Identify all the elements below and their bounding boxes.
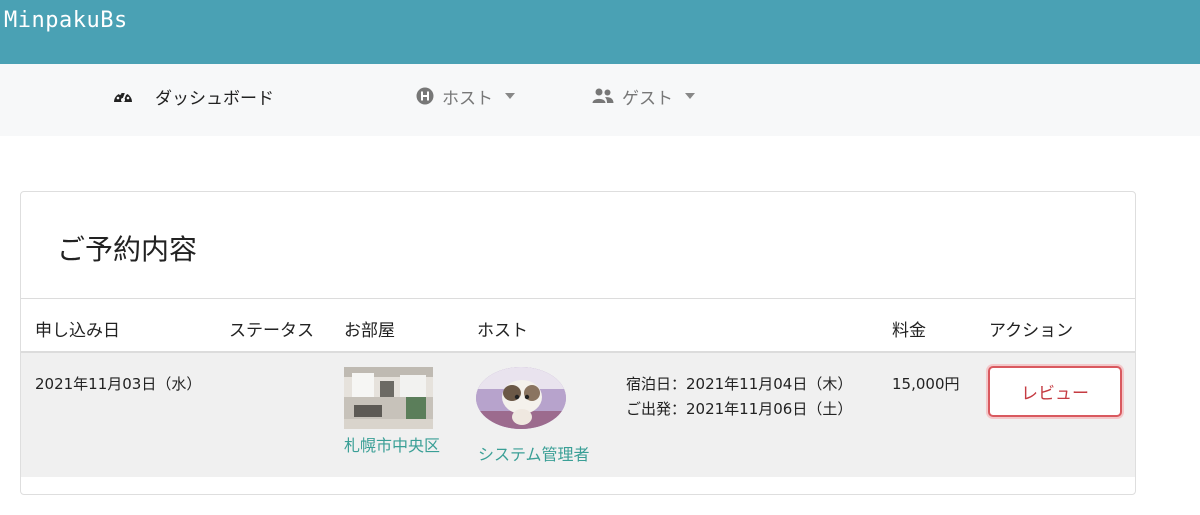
price-value: 15,000円 <box>892 375 960 393</box>
host-name-link[interactable]: システム管理者 <box>478 441 590 465</box>
top-bar: MinpakuBs <box>0 0 1200 64</box>
column-header-room: お部屋 <box>344 321 395 341</box>
column-header-status: ステータス <box>229 321 314 341</box>
column-header-applied-date: 申し込み日 <box>35 321 120 341</box>
nav-host-label: ホスト <box>442 88 493 109</box>
divider <box>21 298 1135 299</box>
column-header-action: アクション <box>989 321 1074 341</box>
checkout-date: ご出発：2021年11月06日（土） <box>626 400 853 418</box>
checkin-date: 宿泊日：2021年11月04日（木） <box>626 375 853 393</box>
nav-guest-label: ゲスト <box>622 88 673 109</box>
h-circle-icon <box>416 87 434 105</box>
room-photo[interactable] <box>344 367 433 429</box>
chevron-down-icon <box>505 93 515 99</box>
brand-logo[interactable]: MinpakuBs <box>4 8 128 33</box>
column-header-host: ホスト <box>477 321 528 341</box>
host-avatar[interactable] <box>476 367 566 429</box>
applied-date: 2021年11月03日（水） <box>35 375 202 393</box>
nav-dashboard-label: ダッシュボード <box>155 88 274 109</box>
nav-guest-dropdown[interactable]: ゲスト <box>592 64 695 128</box>
nav-dashboard[interactable]: ダッシュボード <box>113 64 274 128</box>
sub-navigation: ダッシュボード ホスト ゲスト <box>0 64 1200 136</box>
nav-host-dropdown[interactable]: ホスト <box>416 64 515 128</box>
column-header-price: 料金 <box>892 321 926 341</box>
card-title: ご予約内容 <box>57 233 198 266</box>
users-icon <box>592 88 614 104</box>
chevron-down-icon <box>685 93 695 99</box>
speedometer-icon <box>113 87 133 105</box>
reservation-card: ご予約内容 申し込み日 ステータス お部屋 ホスト 料金 アクション 2021年… <box>20 191 1136 495</box>
room-name-link[interactable]: 札幌市中央区 <box>344 432 440 456</box>
review-button[interactable]: レビュー <box>988 366 1122 417</box>
